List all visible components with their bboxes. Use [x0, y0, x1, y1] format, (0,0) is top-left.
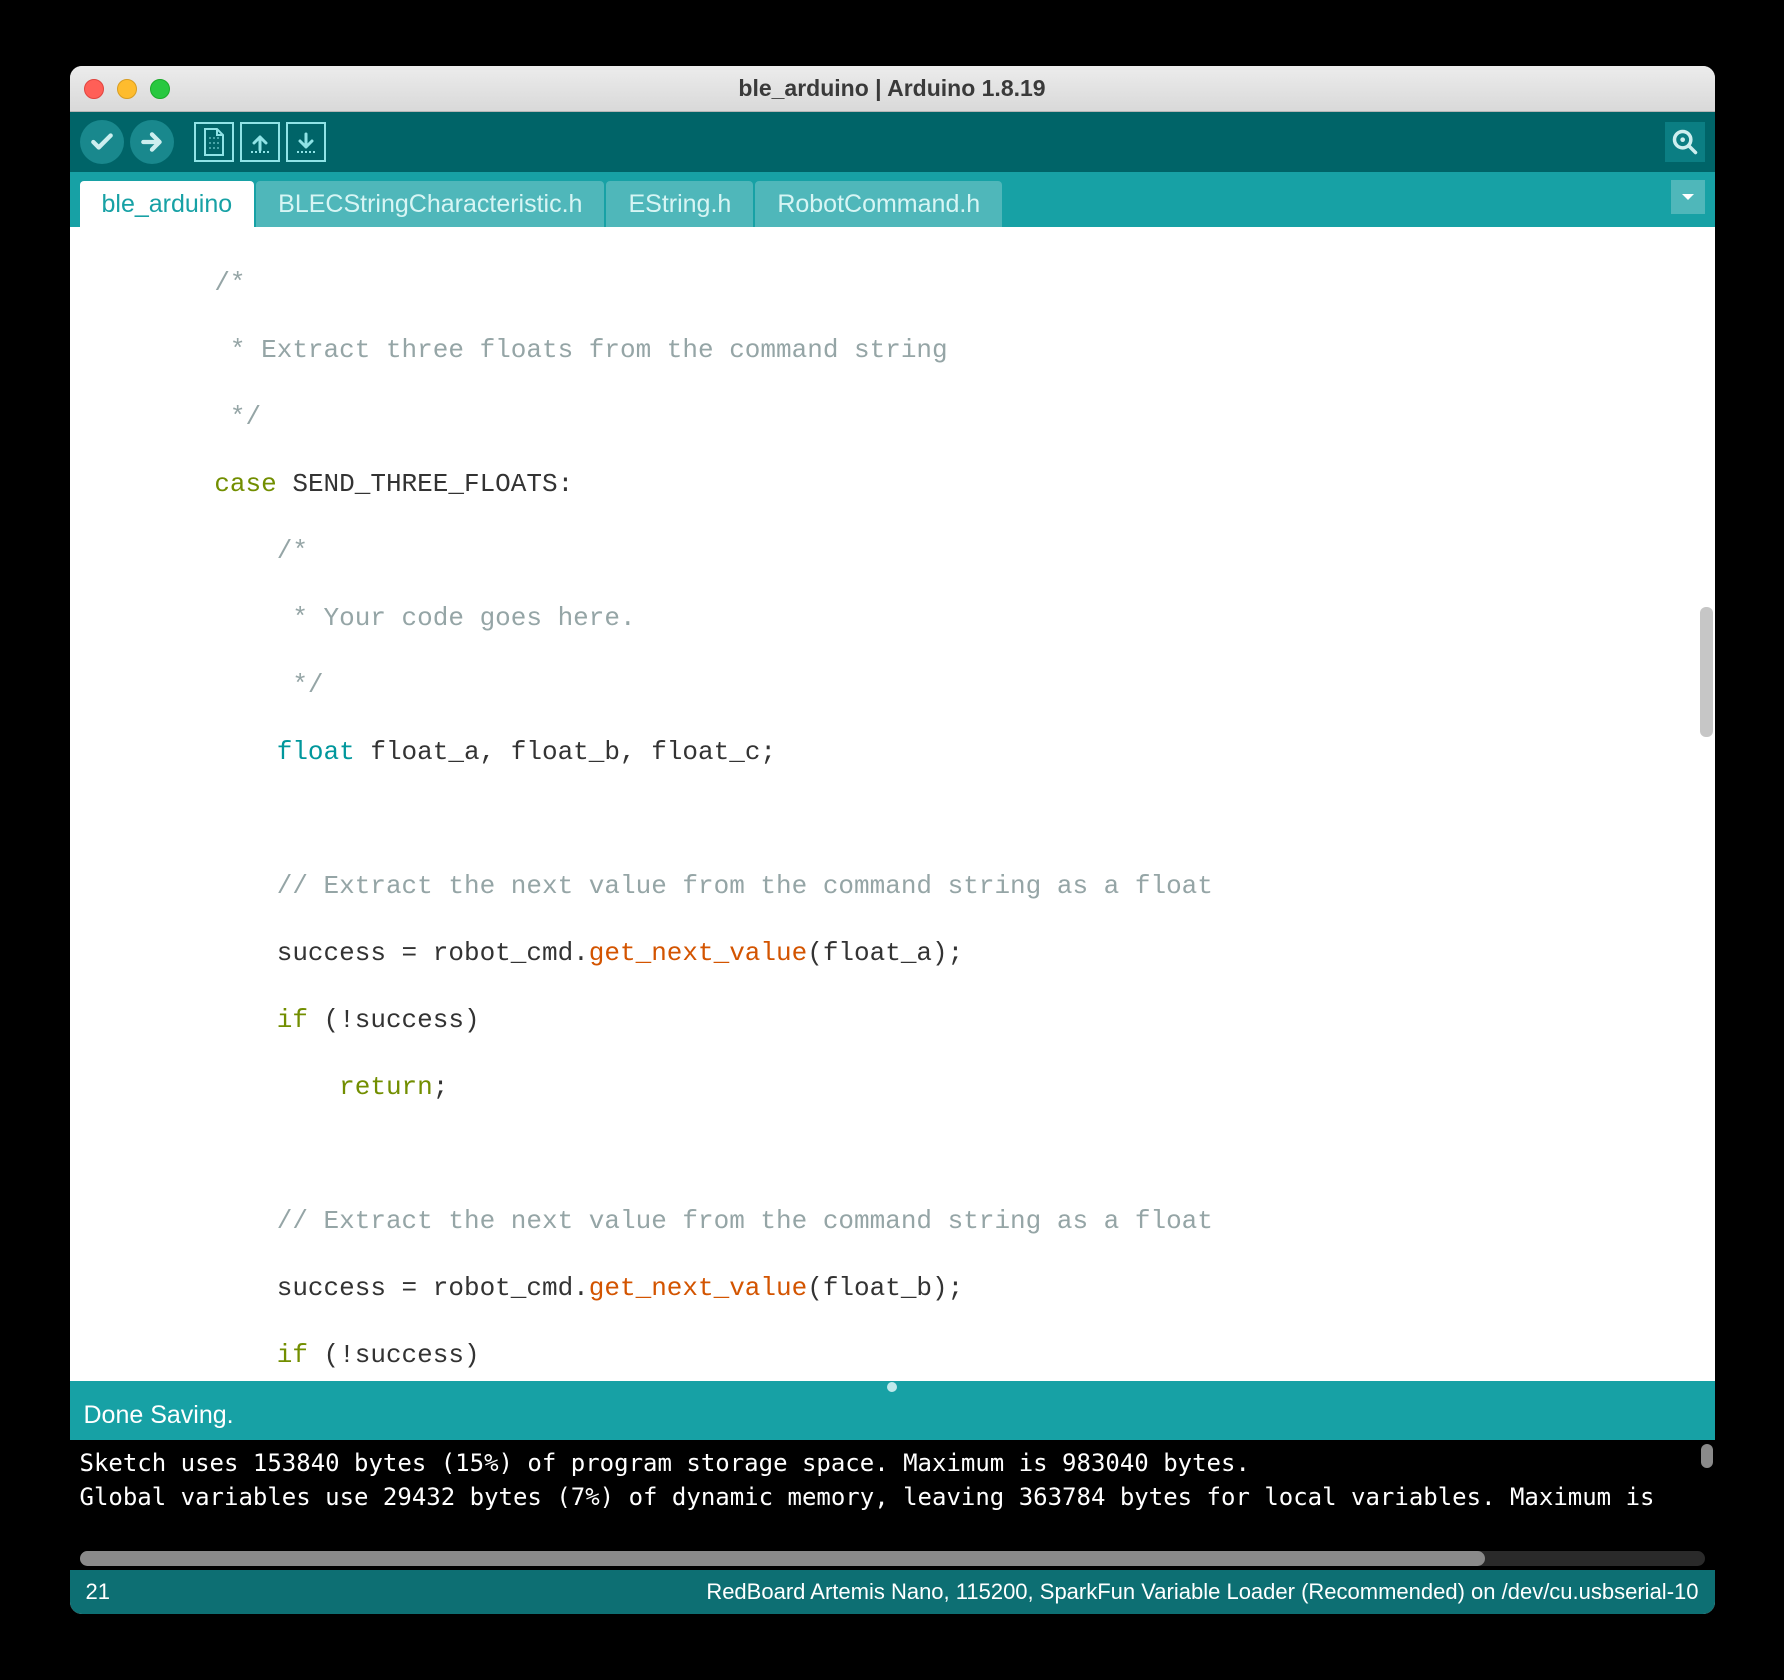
window-title: ble_arduino | Arduino 1.8.19: [70, 75, 1715, 102]
file-icon: [202, 128, 226, 156]
status-message: Done Saving.: [70, 1393, 1715, 1440]
arduino-ide-window: ble_arduino | Arduino 1.8.19: [70, 66, 1715, 1614]
tab-ble-arduino[interactable]: ble_arduino: [80, 181, 255, 227]
console-output[interactable]: Sketch uses 153840 bytes (15%) of progra…: [70, 1440, 1715, 1548]
check-icon: [89, 129, 115, 155]
magnifier-icon: [1671, 128, 1699, 156]
toolbar: [70, 112, 1715, 172]
verify-button[interactable]: [80, 120, 124, 164]
new-sketch-button[interactable]: [194, 122, 234, 162]
tab-bar: ble_arduino BLECStringCharacteristic.h E…: [70, 172, 1715, 227]
window-controls: [84, 79, 170, 99]
tab-label: ble_arduino: [102, 190, 233, 219]
titlebar: ble_arduino | Arduino 1.8.19: [70, 66, 1715, 112]
statusbar: 21 RedBoard Artemis Nano, 115200, SparkF…: [70, 1570, 1715, 1614]
arrow-up-icon: [248, 130, 272, 154]
line-number: 21: [86, 1579, 110, 1605]
tab-robotcommand[interactable]: RobotCommand.h: [755, 181, 1002, 227]
code-content: /* * Extract three floats from the comma…: [70, 227, 1715, 1381]
console-line: Sketch uses 153840 bytes (15%) of progra…: [80, 1446, 1705, 1480]
console-line: Global variables use 29432 bytes (7%) of…: [80, 1480, 1705, 1514]
arrow-down-icon: [294, 130, 318, 154]
tab-estring[interactable]: EString.h: [606, 181, 753, 227]
tab-label: BLECStringCharacteristic.h: [278, 190, 582, 219]
editor-console-splitter[interactable]: [70, 1381, 1715, 1393]
tab-blecstringcharacteristic[interactable]: BLECStringCharacteristic.h: [256, 181, 604, 227]
tab-dropdown-button[interactable]: [1671, 180, 1705, 214]
serial-monitor-button[interactable]: [1665, 122, 1705, 162]
editor-scrollbar[interactable]: [1700, 607, 1713, 737]
chevron-down-icon: [1679, 188, 1697, 206]
tab-label: EString.h: [628, 190, 731, 219]
tab-label: RobotCommand.h: [777, 190, 980, 219]
close-window-button[interactable]: [84, 79, 104, 99]
console-scrollbar-v[interactable]: [1701, 1444, 1713, 1468]
zoom-window-button[interactable]: [150, 79, 170, 99]
upload-button[interactable]: [130, 120, 174, 164]
open-sketch-button[interactable]: [240, 122, 280, 162]
save-sketch-button[interactable]: [286, 122, 326, 162]
arrow-right-icon: [139, 129, 165, 155]
code-editor[interactable]: /* * Extract three floats from the comma…: [70, 227, 1715, 1381]
minimize-window-button[interactable]: [117, 79, 137, 99]
console-scrollbar-h[interactable]: [80, 1551, 1485, 1566]
console-scrollbar-h-area: [70, 1548, 1715, 1570]
board-info: RedBoard Artemis Nano, 115200, SparkFun …: [706, 1579, 1698, 1605]
